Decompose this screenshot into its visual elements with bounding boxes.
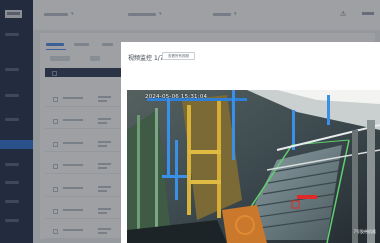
camera-watermark: 7号胶带机尾 bbox=[353, 229, 376, 234]
camera-frame bbox=[127, 90, 380, 243]
video-timestamp: 2024-05-06 15:31:04 bbox=[145, 94, 208, 100]
video-modal: 视频监控 1/7 查看所有视频 2024-05-06 15:31:04 7号胶带… bbox=[121, 42, 380, 243]
modal-title: 视频监控 1/7 bbox=[128, 53, 164, 62]
view-all-videos-button[interactable]: 查看所有视频 bbox=[162, 52, 195, 60]
video-feed[interactable]: 2024-05-06 15:31:04 7号胶带机尾 bbox=[127, 90, 380, 243]
modal-title-text: 视频监控 bbox=[128, 55, 153, 62]
